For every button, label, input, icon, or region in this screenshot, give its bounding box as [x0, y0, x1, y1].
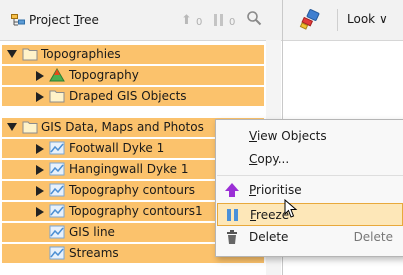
menu-item-prioritise[interactable]: Prioritise [217, 179, 403, 202]
tree-item-label: GIS line [69, 225, 115, 239]
gis-line-icon [49, 246, 65, 263]
look-dropdown[interactable]: Look ∨ [347, 12, 388, 26]
menu-item-delete[interactable]: Delete Delete [217, 226, 403, 249]
context-menu: View Objects Copy... Prioritise Freeze D… [215, 119, 403, 257]
expand-arrow-icon[interactable] [36, 92, 44, 102]
gis-line-icon [49, 204, 65, 221]
label-rest: opy... [257, 152, 290, 166]
pause-count: 0 [229, 17, 236, 28]
gis-line-icon [49, 141, 65, 158]
arrow-up-icon [224, 182, 240, 201]
menu-item-label: Delete [249, 230, 289, 244]
menu-item-copy[interactable]: Copy... [217, 148, 403, 171]
tree-item-label: Topography contours [69, 183, 196, 197]
toolbar-separator [337, 9, 338, 31]
gis-line-icon [49, 162, 65, 179]
menu-item-freeze[interactable]: Freeze [217, 203, 403, 226]
mnemonic: V [249, 129, 257, 143]
tree-item-label: Footwall Dyke 1 [69, 141, 165, 155]
project-tree-title-text: Project Tree [29, 13, 99, 27]
tree-item-label: Topographies [41, 47, 121, 61]
search-icon[interactable] [246, 10, 262, 29]
menu-separator [217, 175, 403, 176]
scene-toolbar: Look ∨ [283, 0, 403, 41]
menu-item-shortcut: Delete [353, 230, 393, 244]
tree-item-topography[interactable]: Topography [2, 65, 264, 85]
label-rest: rioritise [256, 183, 302, 197]
tree-item-label: GIS Data, Maps and Photos [41, 120, 204, 134]
arrow-up-icon[interactable]: ⬆ [181, 13, 192, 28]
expand-arrow-icon[interactable] [36, 186, 44, 196]
project-tree-header: Project Tree ⬆ 0 0 [0, 0, 282, 41]
tree-item-label: Draped GIS Objects [69, 89, 187, 103]
project-tree-title[interactable]: Project Tree [29, 13, 99, 27]
expand-arrow-icon[interactable] [36, 144, 44, 154]
collapse-arrow-icon[interactable] [7, 123, 17, 131]
folder-icon [49, 89, 65, 106]
mouse-cursor-icon [284, 198, 298, 222]
expand-arrow-icon[interactable] [36, 165, 44, 175]
topography-surface-icon [49, 68, 65, 85]
gis-line-icon [49, 225, 65, 242]
chevron-down-icon: ∨ [378, 12, 388, 26]
trash-icon [224, 229, 240, 248]
tree-item-label: Streams [69, 246, 119, 260]
expand-arrow-icon[interactable] [36, 71, 44, 81]
folder-icon [22, 120, 38, 137]
menu-item-view-objects[interactable]: View Objects [217, 125, 403, 148]
tree-structure-icon [11, 14, 25, 30]
look-dropdown-label: Look [347, 12, 376, 26]
tree-item-label: Topography [69, 68, 139, 82]
label-rest: iew Objects [256, 129, 327, 143]
pause-icon [225, 207, 241, 226]
folder-icon [22, 47, 38, 64]
gis-line-icon [49, 183, 65, 200]
pause-icon[interactable] [213, 13, 225, 30]
tree-item-draped-gis-objects[interactable]: Draped GIS Objects [2, 86, 264, 106]
menu-item-label: Prioritise [249, 183, 302, 197]
mnemonic: P [249, 183, 257, 197]
collapse-arrow-icon[interactable] [7, 50, 17, 58]
paint-icon[interactable] [299, 9, 323, 34]
tree-item-label: Hangingwall Dyke 1 [69, 162, 189, 176]
menu-item-label: Copy... [249, 152, 289, 166]
expand-arrow-icon[interactable] [36, 207, 44, 217]
tree-item-topographies[interactable]: Topographies [2, 44, 264, 64]
up-count: 0 [196, 17, 203, 28]
project-tree-title-mnemonic: T [73, 13, 80, 27]
menu-item-label: View Objects [249, 129, 327, 143]
tree-item-label: Topography contours1 [69, 204, 203, 218]
